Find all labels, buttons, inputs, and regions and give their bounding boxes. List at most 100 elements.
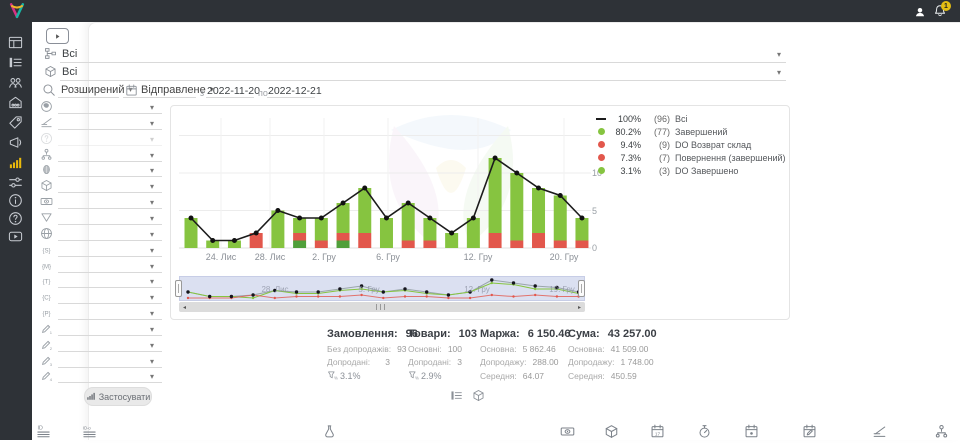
x-tick-label: 2. Гру [312,252,336,262]
filter-input-underline[interactable] [58,351,162,352]
bar-6 [293,218,306,248]
chevron-down-icon[interactable]: ▾ [150,358,154,366]
calendar-number-icon[interactable]: 17 [650,424,665,439]
dashboard-icon[interactable] [8,35,24,51]
chevron-down-icon[interactable]: ▾ [150,136,154,144]
filter-row-pencil-2: 2▾ [38,338,163,354]
chevron-down-icon[interactable]: ▾ [777,69,781,77]
filter-input-underline[interactable] [58,287,162,288]
filter-input-underline[interactable] [58,192,162,193]
filter-input-underline[interactable] [58,145,162,146]
filter-input-underline[interactable] [58,319,162,320]
chevron-down-icon[interactable]: ▾ [150,278,154,286]
chevron-down-icon[interactable]: ▾ [150,263,154,271]
scroll-left-arrow[interactable]: ◂ [179,302,190,312]
legend-dot-swatch [595,154,607,161]
chevron-down-icon[interactable]: ▾ [150,167,154,175]
filter-input-underline[interactable] [58,256,162,257]
chevron-down-icon[interactable]: ▾ [150,231,154,239]
chevron-down-icon[interactable]: ▾ [150,104,154,112]
product-filter-value[interactable]: Всі [62,66,77,78]
cube-icon[interactable] [604,424,619,439]
date-from-input[interactable]: 2022-11-20 [207,85,260,97]
customers-icon[interactable] [8,75,24,91]
chart-scrollbar[interactable]: ◂ ▸ [179,302,585,312]
stat-sub-value: 5 862.46 [523,344,556,354]
filter-row-brace-p: {P}▾ [38,306,163,322]
stat-sub-row: Допродані:3 [408,357,462,367]
filter-input-underline[interactable] [58,224,162,225]
flask-icon[interactable] [322,424,337,439]
info-icon[interactable] [8,193,24,209]
search-mode-dropdown[interactable]: Розширений ▾ [61,84,132,96]
chevron-down-icon[interactable]: ▾ [150,310,154,318]
filter-input-underline[interactable] [58,208,162,209]
stat-column: Товари:103Основні:100Допродані:3%2.9% [408,328,462,381]
announce-icon[interactable] [8,135,24,151]
filter-input-underline[interactable] [58,303,162,304]
legend-label: Всі [675,114,688,124]
navigator-left-handle[interactable] [175,280,182,297]
date-to-input[interactable]: 2022-12-21 [268,85,322,97]
calendar-edit-icon[interactable] [802,424,817,439]
banknote-eye-icon[interactable] [560,424,575,439]
chevron-down-icon[interactable]: ▾ [150,247,154,255]
apply-button[interactable]: Застосувати [84,387,152,406]
user-icon[interactable] [914,5,926,23]
stat-sub-label: Допродані: [327,357,370,367]
video-icon[interactable] [8,229,24,245]
chevron-down-icon[interactable]: ▾ [150,326,154,334]
filter-input-underline[interactable] [58,129,162,130]
chevron-down-icon[interactable]: ▾ [150,373,154,381]
date-range-navigator[interactable]: 28. Лис5. Гру12. Гру19. Гру [179,276,585,301]
help-icon[interactable] [8,211,24,227]
date-from-label: з [200,88,204,98]
filter-input-underline[interactable] [58,113,162,114]
stat-sub-row: Допродані:3 [327,357,390,367]
navigator-right-handle[interactable] [578,280,585,297]
chevron-down-icon[interactable]: ▾ [150,199,154,207]
scrollbar-grip[interactable] [376,304,388,310]
hierarchy-icon[interactable] [934,424,949,439]
filter-row-brace-s: {S}▾ [38,243,163,259]
orders-list-icon[interactable] [8,55,24,71]
product-ids-icon[interactable]: ID-o [82,424,97,439]
play-button[interactable] [46,28,69,44]
filter-row-brace-m: {M}▾ [38,259,163,275]
stat-sub-value: 41 509.00 [611,344,649,354]
filter-input-underline[interactable] [58,382,162,383]
order-ids-icon[interactable]: ID [36,424,51,439]
bar-18 [554,196,567,249]
cube-icon[interactable] [472,389,485,402]
warehouse-icon[interactable] [8,95,24,111]
filter-input-underline[interactable] [58,335,162,336]
chevron-down-icon[interactable]: ▾ [777,51,781,59]
filter-input-underline[interactable] [58,272,162,273]
calendar-dot-icon[interactable] [744,424,759,439]
scroll-right-arrow[interactable]: ▸ [574,302,585,312]
stat-sub-value: 64.07 [523,371,544,381]
chevron-down-icon[interactable]: ▾ [150,294,154,302]
analytics-icon[interactable] [8,155,24,171]
source-filter-value[interactable]: Всі [62,48,77,60]
chevron-down-icon[interactable]: ▾ [150,120,154,128]
chevron-down-icon[interactable]: ▾ [150,215,154,223]
stat-sub-label: Допродажу: [568,357,615,367]
funnel-lines-icon[interactable] [872,424,887,439]
settings-sliders-icon[interactable] [8,175,24,191]
price-tag-icon[interactable] [8,115,24,131]
chevron-down-icon[interactable]: ▾ [150,152,154,160]
filter-input-underline[interactable] [58,240,162,241]
source-filter-underline[interactable] [60,62,786,63]
legend-line-swatch [595,118,607,120]
product-filter-underline[interactable] [60,80,786,81]
list-icon[interactable] [450,389,463,402]
filter-input-underline[interactable] [58,161,162,162]
chevron-down-icon[interactable]: ▾ [150,342,154,350]
stopwatch-icon[interactable] [697,424,712,439]
chevron-down-icon[interactable]: ▾ [150,183,154,191]
filter-input-underline[interactable] [58,367,162,368]
x-tick-label: 12. Гру [464,252,493,262]
bar-12 [423,218,436,248]
filter-input-underline[interactable] [58,176,162,177]
